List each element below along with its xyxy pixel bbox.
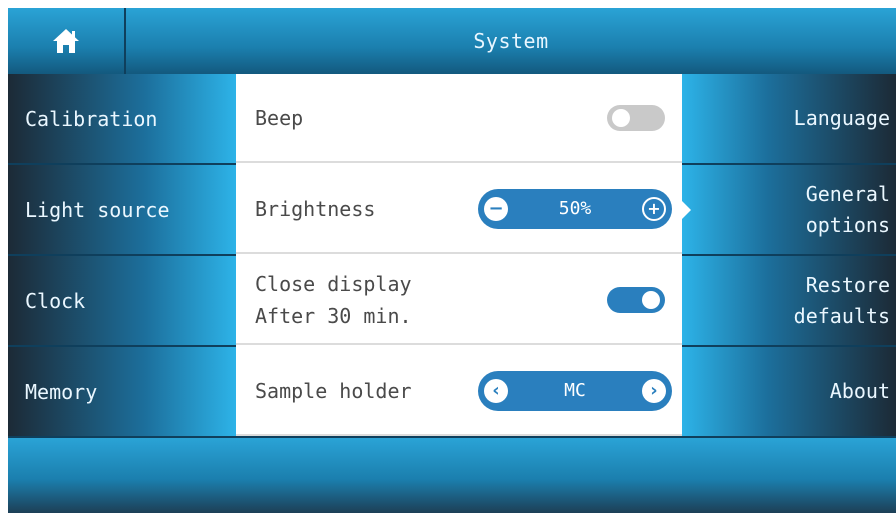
menu-memory[interactable]: Memory (8, 347, 236, 436)
close-display-label-line2: After 30 min. (255, 303, 412, 328)
setting-row-beep: Beep (236, 74, 682, 163)
toggle-knob (642, 290, 660, 309)
sample-holder-selector: ‹ MC › (478, 370, 672, 411)
setting-row-brightness: Brightness − 50% + (236, 165, 682, 254)
close-display-label-line1: Close display (255, 271, 412, 296)
menu-language[interactable]: Language (682, 74, 896, 163)
minus-icon[interactable]: − (484, 196, 508, 221)
menu-label: About (829, 379, 890, 403)
menu-label-line2: defaults (793, 303, 890, 328)
menu-label-line2: options (805, 212, 890, 237)
page-title: System (473, 29, 549, 53)
menu-calibration[interactable]: Calibration (8, 74, 236, 163)
menu-label: Clock (25, 288, 86, 313)
close-display-toggle[interactable] (607, 286, 665, 313)
plus-icon[interactable]: + (641, 196, 666, 221)
menu-light-source[interactable]: Light source (8, 165, 236, 254)
system-screen: System Calibration Light source Clock Me… (8, 8, 896, 513)
header-bar: System (8, 8, 896, 76)
toggle-knob (612, 108, 630, 127)
menu-clock[interactable]: Clock (8, 256, 236, 345)
menu-restore-defaults[interactable]: Restore defaults (682, 256, 896, 345)
brightness-value: 50% (558, 198, 592, 219)
menu-about[interactable]: About (682, 347, 896, 436)
brightness-stepper: − 50% + (478, 188, 672, 229)
beep-toggle[interactable] (607, 104, 665, 131)
sample-holder-label: Sample holder (255, 378, 412, 403)
menu-label-line1: Restore (805, 272, 890, 297)
chevron-right-icon[interactable]: › (642, 378, 666, 403)
home-button[interactable] (8, 8, 126, 74)
menu-label: Calibration (25, 106, 158, 131)
footer-bar (8, 438, 896, 513)
menu-label: Restore defaults (794, 270, 890, 332)
brightness-label: Brightness (255, 196, 376, 221)
menu-label: Memory (25, 379, 98, 404)
sample-holder-value: MC (564, 380, 586, 401)
close-display-label: Close display After 30 min. (255, 268, 412, 332)
chevron-left-icon[interactable]: ‹ (484, 378, 508, 403)
menu-label: General options (806, 179, 890, 241)
home-icon (53, 29, 79, 53)
menu-label: Language (793, 106, 890, 130)
menu-label-line1: General (805, 181, 890, 206)
beep-label: Beep (255, 105, 304, 130)
setting-row-close-display: Close display After 30 min. (236, 256, 682, 345)
settings-panel: Beep Brightness − 50% + Close display Af… (236, 74, 682, 436)
menu-general-options[interactable]: General options (682, 165, 896, 254)
setting-row-sample-holder: Sample holder ‹ MC › (236, 347, 682, 436)
menu-label: Light source (25, 197, 170, 222)
